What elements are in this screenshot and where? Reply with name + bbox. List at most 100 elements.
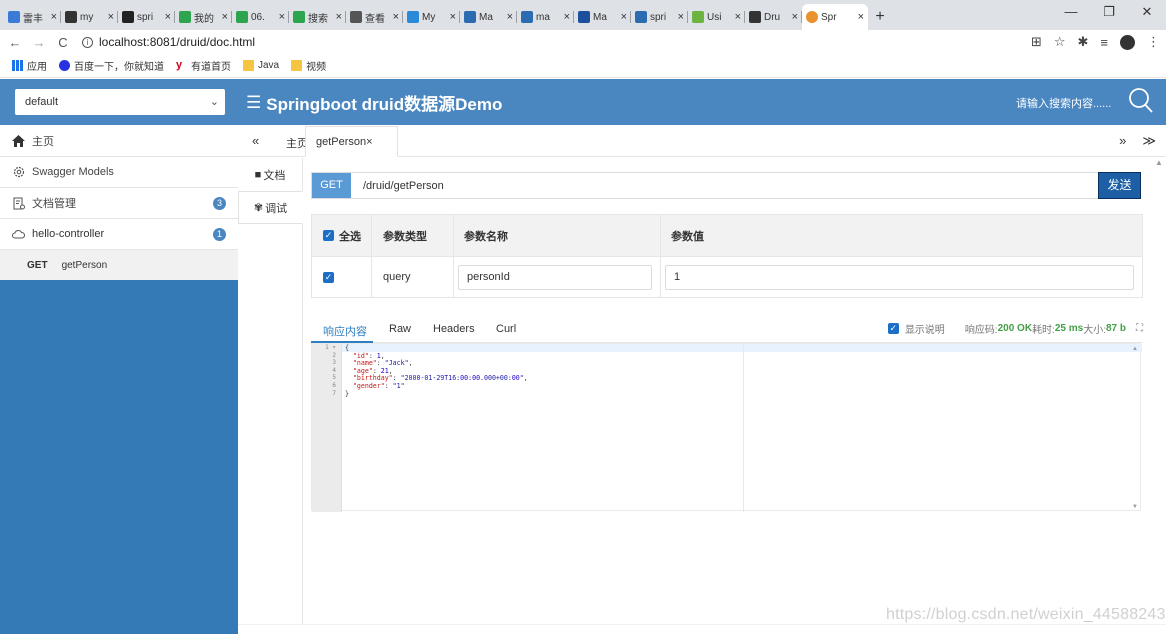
param-name-input[interactable]: personId	[458, 264, 652, 290]
close-tab-icon[interactable]: ×	[165, 11, 171, 23]
send-button[interactable]: 发送	[1098, 172, 1141, 199]
tab-more-icon[interactable]: ≫	[1142, 133, 1156, 149]
response-meta: ✓ 显示说明 响应码: 200 OK 耗时: 25 ms 大小: 87 b ⛶	[887, 321, 1143, 336]
browser-tab[interactable]: 搜索 ×	[289, 4, 346, 30]
scroll-up-icon[interactable]: ▲	[1155, 158, 1163, 167]
extensions-icon[interactable]: ✱	[1078, 34, 1089, 50]
browser-tab[interactable]: spri ×	[118, 4, 175, 30]
document-settings-icon	[12, 197, 25, 210]
close-tab-icon[interactable]: ×	[393, 11, 399, 23]
tab-document[interactable]: ■ 文档	[238, 158, 302, 191]
browser-tab[interactable]: 雷丰 ×	[4, 4, 61, 30]
bug-icon: ✾	[253, 202, 264, 214]
project-select[interactable]: default ⌄	[15, 89, 225, 115]
sidebar-item-hello-controller[interactable]: hello-controller 1	[0, 219, 238, 250]
tab-scroll-left-icon[interactable]: «	[252, 133, 259, 148]
tab-scroll-right-icon[interactable]: »	[1119, 133, 1126, 149]
tab-getperson[interactable]: getPerson×	[305, 126, 398, 157]
close-tab-icon[interactable]: ×	[564, 11, 570, 23]
scroll-down-icon[interactable]: ▼	[1132, 504, 1138, 510]
select-all-cell[interactable]: ✓ 全选	[312, 215, 372, 256]
request-path-input[interactable]: /druid/getPerson	[351, 180, 1098, 192]
browser-tab[interactable]: spri ×	[631, 4, 688, 30]
browser-tab-active[interactable]: Spr ×	[802, 4, 868, 30]
sidebar-item-home[interactable]: 主页	[0, 125, 238, 157]
reading-list-icon[interactable]: ≡	[1100, 35, 1108, 50]
minimize-icon[interactable]: —	[1052, 0, 1090, 26]
bookmark-video[interactable]: 视频	[291, 58, 326, 73]
close-tab-icon[interactable]: ×	[621, 11, 627, 23]
star-icon[interactable]: ☆	[1054, 34, 1066, 50]
tab-headers[interactable]: Headers	[433, 323, 475, 335]
back-icon[interactable]: ←	[6, 35, 24, 50]
sidebar-api-item[interactable]: GET getPerson	[0, 250, 238, 280]
browser-tab[interactable]: 我的 ×	[175, 4, 232, 30]
scroll-up-icon[interactable]: ▲	[1132, 346, 1138, 352]
menu-list-icon[interactable]: ☰	[246, 93, 261, 113]
debug-panel: GET /druid/getPerson 发送 ✓ 全选 参数类型 参数名称 参…	[303, 158, 1151, 634]
menu-icon[interactable]: ⋮	[1147, 34, 1160, 50]
line-number: 1 ▾	[325, 344, 336, 351]
param-value-input[interactable]: 1	[665, 264, 1134, 290]
favicon-icon	[293, 11, 305, 23]
browser-tab[interactable]: my ×	[61, 4, 118, 30]
http-method-label: GET	[27, 259, 48, 271]
close-tab-icon[interactable]: ×	[507, 11, 513, 23]
restore-icon[interactable]: ❐	[1090, 0, 1128, 26]
count-badge: 3	[213, 197, 226, 210]
browser-tab[interactable]: Dru ×	[745, 4, 802, 30]
translate-icon[interactable]: ⊞	[1031, 34, 1042, 50]
fullscreen-icon[interactable]: ⛶	[1136, 323, 1143, 334]
tab-raw[interactable]: Raw	[389, 323, 411, 335]
close-tab-icon[interactable]: ×	[858, 11, 864, 23]
tab-response-content[interactable]: 响应内容	[323, 323, 367, 339]
browser-tab[interactable]: My ×	[403, 4, 460, 30]
browser-tab[interactable]: 查看 ×	[346, 4, 403, 30]
response-editor[interactable]: 1 ▾ 2 3 4 5 6 7 { "id": 1, "name": "Jack", "ag…	[311, 343, 1142, 512]
url-field[interactable]: i localhost:8081/druid/doc.html	[82, 35, 255, 49]
close-tab-icon[interactable]: ×	[51, 11, 57, 23]
close-window-icon[interactable]: ✕	[1128, 0, 1166, 26]
favicon-icon	[65, 11, 77, 23]
close-tab-icon[interactable]: ×	[735, 11, 741, 23]
checkbox-icon[interactable]: ✓	[323, 230, 334, 241]
checkbox-icon[interactable]: ✓	[887, 323, 899, 334]
sidebar-item-swagger-models[interactable]: Swagger Models	[0, 157, 238, 188]
close-tab-icon[interactable]: ×	[450, 11, 456, 23]
search-input[interactable]: 请输入搜索内容......	[1016, 95, 1111, 111]
tab-curl[interactable]: Curl	[496, 323, 516, 335]
close-tab-icon[interactable]: ×	[222, 11, 228, 23]
sidebar-item-doc-management[interactable]: 文档管理 3	[0, 188, 238, 219]
browser-tab[interactable]: Ma ×	[574, 4, 631, 30]
new-tab-button[interactable]: +	[868, 4, 892, 30]
bookmark-java[interactable]: Java	[243, 60, 279, 71]
info-icon[interactable]: i	[82, 36, 93, 48]
tab-title: 查看	[365, 13, 385, 25]
browser-tab[interactable]: ma ×	[517, 4, 574, 30]
checkbox-icon[interactable]: ✓	[323, 271, 334, 283]
profile-avatar[interactable]	[1120, 34, 1135, 50]
close-tab-icon[interactable]: ×	[336, 11, 342, 23]
tab-title: My	[422, 11, 436, 23]
close-tab-icon[interactable]: ×	[279, 11, 285, 23]
row-checkbox-cell[interactable]: ✓	[312, 257, 372, 297]
search-icon[interactable]	[1128, 87, 1154, 118]
page-scrollbar[interactable]: ▲	[1152, 158, 1166, 634]
column-header: 参数类型	[372, 215, 454, 256]
forward-icon[interactable]: →	[30, 35, 48, 50]
reload-icon[interactable]: C	[54, 35, 72, 50]
show-description-label[interactable]: 显示说明	[905, 321, 945, 336]
close-tab-icon[interactable]: ×	[108, 11, 114, 23]
close-tab-icon[interactable]: ×	[678, 11, 684, 23]
param-value-cell: 1	[661, 257, 1142, 297]
bookmark-apps[interactable]: 应用	[12, 58, 47, 73]
editor-scrollbar[interactable]: ▲ ▼	[1130, 344, 1140, 512]
browser-tab[interactable]: Ma ×	[460, 4, 517, 30]
close-tab-icon[interactable]: ×	[792, 11, 798, 23]
browser-tab[interactable]: Usi ×	[688, 4, 745, 30]
bookmark-baidu[interactable]: 百度一下，你就知道	[59, 58, 164, 73]
bookmark-youdao[interactable]: y 有道首页	[176, 58, 231, 74]
url-text[interactable]: localhost:8081/druid/doc.html	[99, 35, 255, 49]
browser-tab[interactable]: 06. ×	[232, 4, 289, 30]
tab-debug[interactable]: ✾ 调试	[238, 191, 303, 224]
